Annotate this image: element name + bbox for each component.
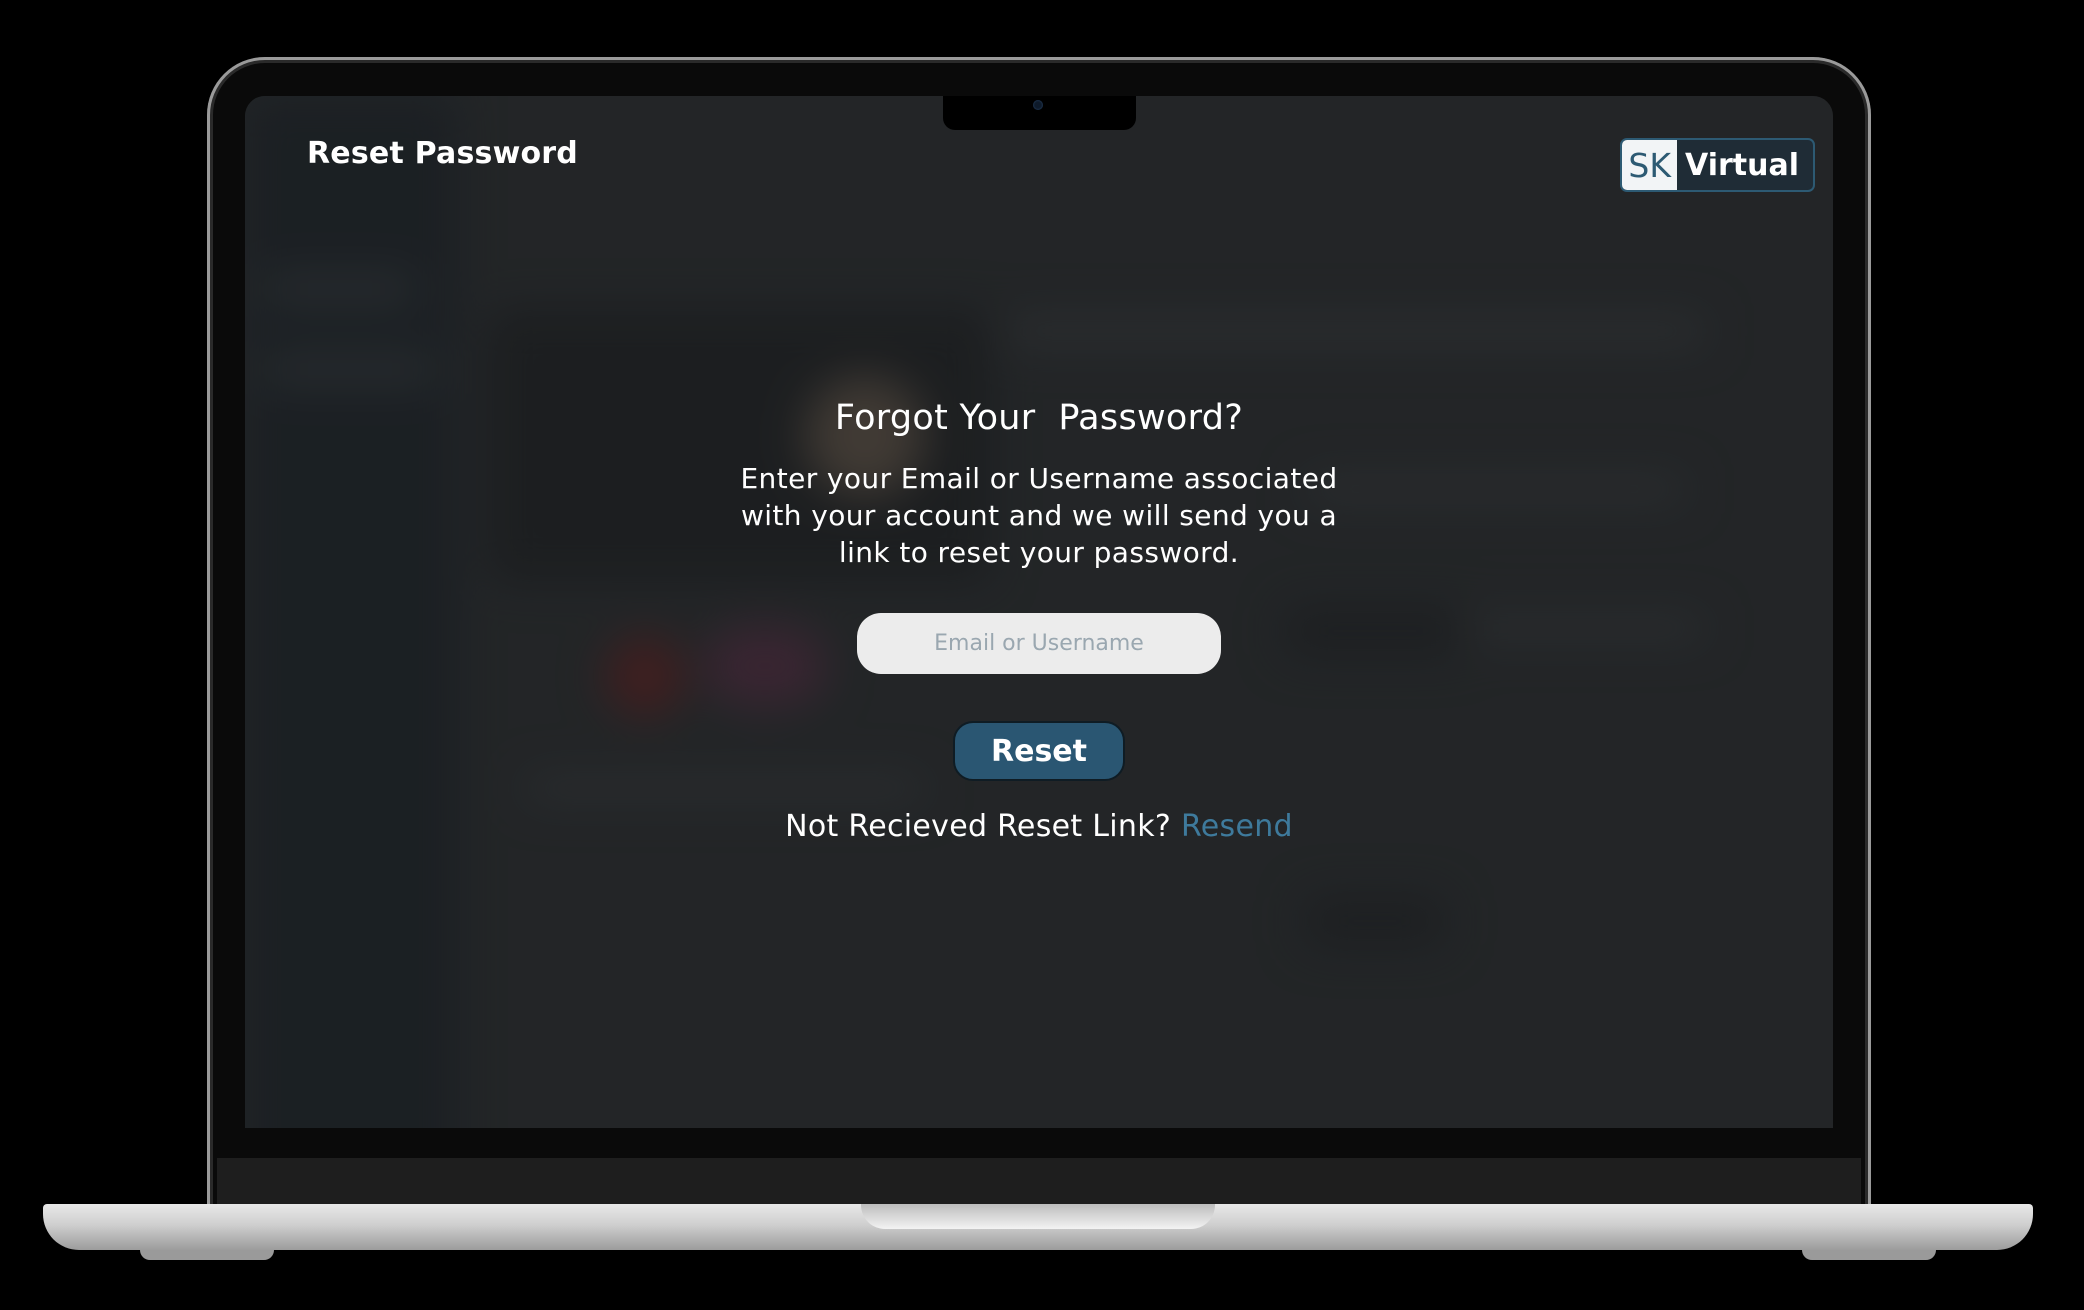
resend-prompt: Not Recieved Reset Link?	[785, 809, 1172, 844]
resend-link[interactable]: Resend	[1181, 809, 1293, 844]
bottom-bezel	[217, 1158, 1861, 1204]
laptop-screen: Reset Password SK Virtual Forgot Your Pa…	[245, 96, 1833, 1128]
form-heading: Forgot Your Password?	[834, 398, 1244, 438]
reset-form: Forgot Your Password? Enter your Email o…	[245, 396, 1833, 844]
laptop-foot	[140, 1250, 274, 1260]
laptop-mockup: Reset Password SK Virtual Forgot Your Pa…	[0, 0, 2084, 1310]
form-description: Enter your Email or Username associated …	[740, 462, 1338, 569]
laptop-base	[43, 1204, 2033, 1250]
page-title: Reset Password	[307, 136, 578, 171]
email-field-wrapper	[857, 613, 1221, 674]
resend-line: Not Recieved Reset Link? Resend	[245, 809, 1833, 844]
brand-logo: SK Virtual	[1620, 138, 1815, 192]
opening-groove	[861, 1204, 1215, 1229]
email-username-input[interactable]	[857, 613, 1221, 674]
reset-button[interactable]: Reset	[953, 721, 1125, 781]
brand-name: Virtual	[1685, 147, 1799, 183]
laptop-foot	[1802, 1250, 1936, 1260]
camera-icon	[1033, 100, 1043, 110]
camera-notch	[943, 96, 1136, 130]
brand-sk-mark: SK	[1622, 140, 1677, 190]
